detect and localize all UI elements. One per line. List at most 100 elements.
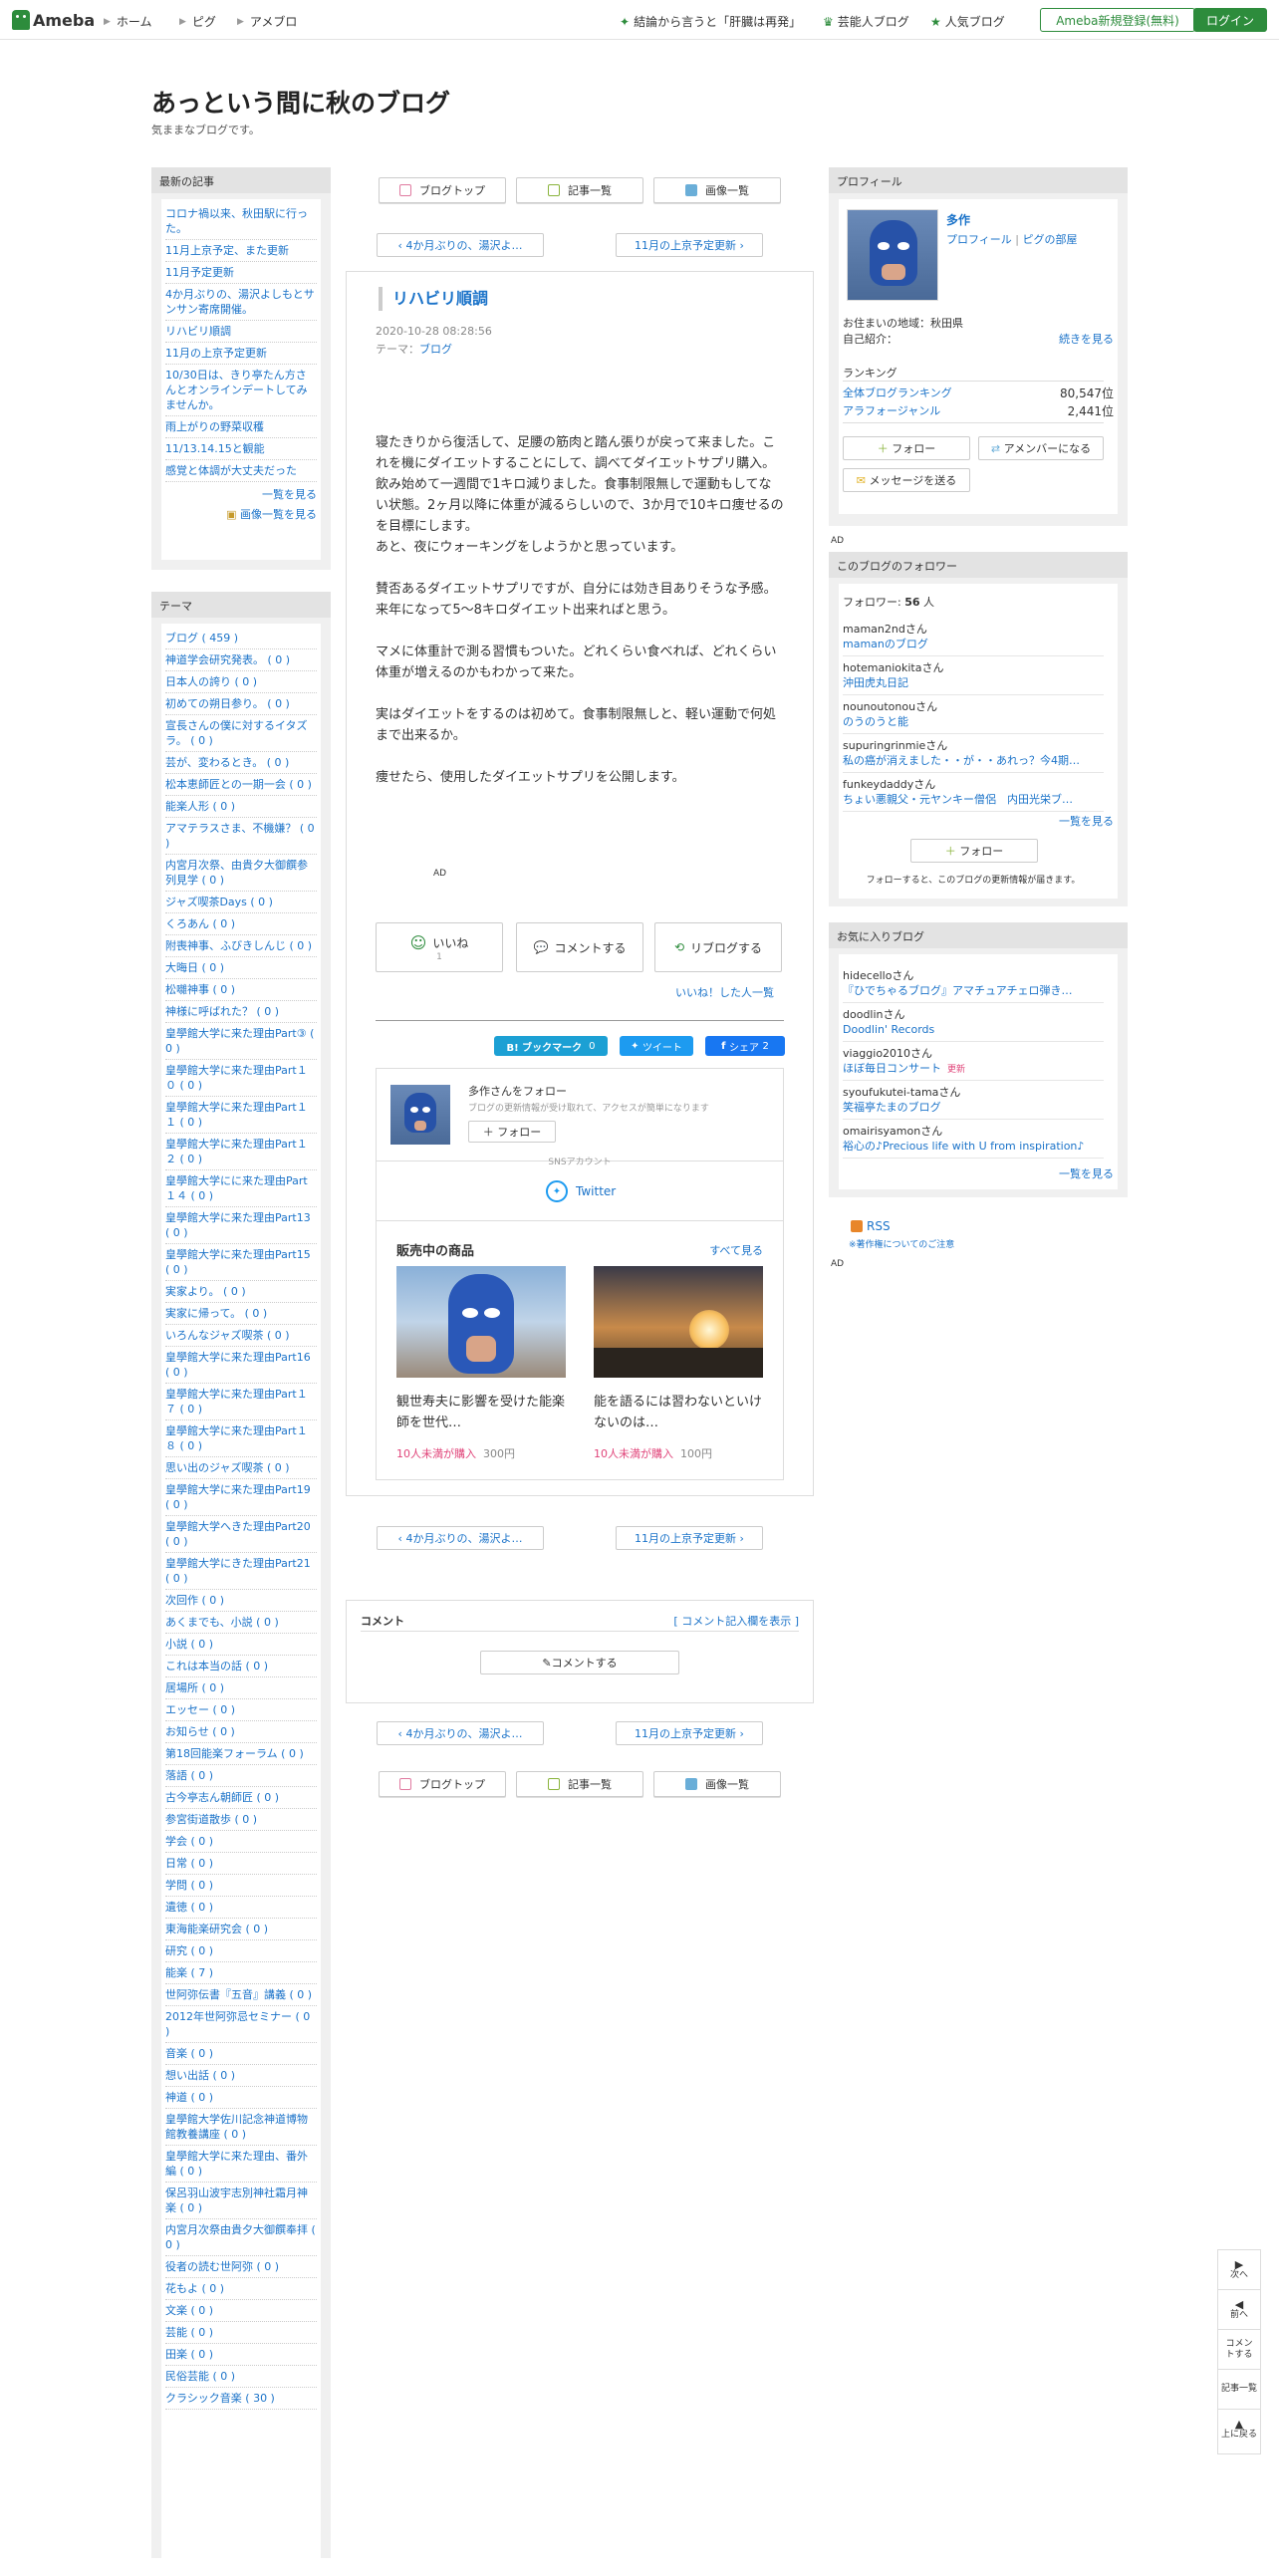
theme-link[interactable]: 皇學館大学に来た理由Part15 ( 0 ): [165, 1244, 317, 1281]
write-comment-button[interactable]: ✎ コメントする: [480, 1651, 679, 1674]
theme-link[interactable]: あくまでも、小説 ( 0 ): [165, 1612, 317, 1634]
theme-link[interactable]: 第18回能楽フォーラム ( 0 ): [165, 1743, 317, 1765]
article-title[interactable]: リハビリ順調: [379, 287, 488, 311]
follower-blog-link[interactable]: 私の癌が消えました・・が・・あれっ？今4期…: [843, 753, 1104, 768]
recent-article-link[interactable]: 11月上京予定、また更新: [165, 240, 317, 262]
theme-link[interactable]: 皇學館大学に来た理由Part１７ ( 0 ): [165, 1384, 317, 1420]
theme-link[interactable]: 内宮月次祭、由貴夕大御饌参列見学 ( 0 ): [165, 855, 317, 892]
recent-article-link[interactable]: 11月予定更新: [165, 262, 317, 284]
theme-link[interactable]: 2012年世阿弥忌セミナー ( 0 ): [165, 2006, 317, 2043]
twitter-link[interactable]: ✦ Twitter: [546, 1180, 616, 1202]
theme-link[interactable]: 次回作 ( 0 ): [165, 1590, 317, 1612]
favorite-blog-link[interactable]: 『ひでちゃるブログ』アマチュアチェロ弾き…: [843, 984, 1073, 997]
prev-article-button[interactable]: ‹ 4か月ぶりの、湯沢よ…: [377, 1721, 544, 1745]
comment-button[interactable]: 💬 コメントする: [516, 922, 643, 972]
side-nav-comment[interactable]: コメントする: [1218, 2330, 1260, 2370]
image-list-button[interactable]: 画像一覧: [653, 177, 781, 203]
theme-link[interactable]: 宣長さんの僕に対するイタズラ。 ( 0 ): [165, 715, 317, 752]
show-comment-form-link[interactable]: [ コメント記入欄を表示 ]: [673, 1613, 799, 1629]
favorite-blog-link[interactable]: 笑福亭たまのブログ: [843, 1101, 941, 1114]
tweet-button[interactable]: ✦ ツイート: [620, 1036, 693, 1056]
prev-article-button[interactable]: ‹ 4か月ぶりの、湯沢よ…: [377, 1526, 544, 1550]
theme-link[interactable]: 神道学会研究発表。 ( 0 ): [165, 649, 317, 671]
theme-link[interactable]: 皇學館大学にきた理由Part21 ( 0 ): [165, 1553, 317, 1590]
article-theme-link[interactable]: ブログ: [419, 343, 452, 356]
theme-link[interactable]: お知らせ ( 0 ): [165, 1721, 317, 1743]
profile-more-link[interactable]: 続きを見る: [1059, 331, 1114, 347]
theme-link[interactable]: 世阿弥伝書『五音』講義 ( 0 ): [165, 1984, 317, 2006]
theme-link[interactable]: 皇學館大学に来た理由Part１１ ( 0 ): [165, 1097, 317, 1134]
theme-link[interactable]: 皇學館大学に来た理由Part13 ( 0 ): [165, 1207, 317, 1244]
like-button[interactable]: ☺ いいね 1: [376, 922, 503, 972]
facebook-share-button[interactable]: f シェア 2: [705, 1036, 785, 1056]
theme-link[interactable]: 古今亭志ん朝師匠 ( 0 ): [165, 1787, 317, 1809]
theme-link[interactable]: 能楽人形 ( 0 ): [165, 796, 317, 818]
product-name[interactable]: 観世寿夫に影響を受けた能楽師を世代…: [396, 1392, 568, 1433]
theme-link[interactable]: 研究 ( 0 ): [165, 1940, 317, 1962]
theme-link[interactable]: 皇學館大学に来た理由Part１０ ( 0 ): [165, 1060, 317, 1097]
send-message-button[interactable]: ✉ メッセージを送る: [843, 468, 970, 492]
follower-blog-link[interactable]: のうのうと能: [843, 714, 1104, 729]
follow-card-follow-button[interactable]: ＋ フォロー: [468, 1121, 556, 1143]
blog-top-button[interactable]: ブログトップ: [379, 1771, 506, 1797]
theme-link[interactable]: 神様に呼ばれた？ ( 0 ): [165, 1001, 317, 1023]
theme-link[interactable]: 皇學館大学に来た理由Part19 ( 0 ): [165, 1479, 317, 1516]
nav-home[interactable]: ▶ ホーム: [104, 13, 152, 30]
theme-link[interactable]: 民俗芸能 ( 0 ): [165, 2366, 317, 2388]
theme-link[interactable]: 役者の読む世阿弥 ( 0 ): [165, 2256, 317, 2278]
prev-article-button[interactable]: ‹ 4か月ぶりの、湯沢よ…: [377, 233, 544, 257]
follower-blog-link[interactable]: mamanのブログ: [843, 637, 1104, 651]
ranking-genre[interactable]: アラフォージャンル: [843, 402, 940, 418]
theme-link[interactable]: 神道 ( 0 ): [165, 2087, 317, 2109]
theme-link[interactable]: 皇學館大学に来た理由Part③ ( 0 ): [165, 1023, 317, 1060]
recent-article-link[interactable]: 11/13.14.15と観能: [165, 438, 317, 460]
theme-link[interactable]: 実家より。 ( 0 ): [165, 1281, 317, 1303]
theme-link[interactable]: ジャズ喫茶Days ( 0 ): [165, 892, 317, 913]
theme-link[interactable]: 内宮月次祭由貴夕大御饌奉拝 ( 0 ): [165, 2219, 317, 2256]
nav-pigg[interactable]: ▶ ピグ: [179, 13, 216, 30]
ameba-logo[interactable]: Ameba: [12, 9, 95, 31]
theme-link[interactable]: 日常 ( 0 ): [165, 1853, 317, 1875]
product-name[interactable]: 能を語るには習わないといけないのは…: [594, 1392, 765, 1433]
profile-link[interactable]: プロフィール: [946, 233, 1012, 246]
favorites-more-link[interactable]: 一覧を見る: [1059, 1165, 1114, 1181]
theme-link[interactable]: 小説 ( 0 ): [165, 1634, 317, 1656]
theme-link[interactable]: 皇學館大学佐川記念神道博物館教養講座 ( 0 ): [165, 2109, 317, 2146]
theme-link[interactable]: 皇學館大学に来た理由、番外編 ( 0 ): [165, 2146, 317, 2183]
profile-avatar[interactable]: [847, 209, 938, 301]
favorite-blog-link[interactable]: Doodlin' Records: [843, 1023, 934, 1036]
pigg-room-link[interactable]: ピグの部屋: [1022, 233, 1077, 246]
recent-article-link[interactable]: 雨上がりの野菜収穫: [165, 416, 317, 438]
next-article-button[interactable]: 11月の上京予定更新 ›: [616, 1721, 763, 1745]
product-image[interactable]: [594, 1266, 763, 1378]
theme-link[interactable]: 東海能楽研究会 ( 0 ): [165, 1919, 317, 1940]
blog-top-button[interactable]: ブログトップ: [379, 177, 506, 203]
nav-celebrity-blog[interactable]: ♛ 芸能人ブログ: [823, 13, 909, 30]
become-member-button[interactable]: ⇄ アメンバーになる: [978, 436, 1104, 460]
theme-link[interactable]: 田楽 ( 0 ): [165, 2344, 317, 2366]
login-button[interactable]: ログイン: [1193, 8, 1267, 32]
theme-link[interactable]: くろあん ( 0 ): [165, 913, 317, 935]
theme-link[interactable]: 皇學館大学に来た理由Part１８ ( 0 ): [165, 1420, 317, 1457]
theme-link[interactable]: 遺徳 ( 0 ): [165, 1897, 317, 1919]
recent-article-link[interactable]: コロナ禍以来、秋田駅に行った。: [165, 203, 317, 240]
side-nav-next[interactable]: ▶ 次へ: [1218, 2250, 1260, 2290]
nav-trending-article[interactable]: ✦ 結論から言うと「肝臓は再発」: [620, 13, 801, 30]
theme-link[interactable]: 保呂羽山波宇志別神社霜月神楽 ( 0 ): [165, 2183, 317, 2219]
theme-link[interactable]: 松本恵師匠との一期一会 ( 0 ): [165, 774, 317, 796]
theme-link[interactable]: 皇學館大学に来た理由Part16 ( 0 ): [165, 1347, 317, 1384]
side-nav-prev[interactable]: ◀ 前へ: [1218, 2290, 1260, 2330]
side-nav-article-list[interactable]: 記事一覧: [1218, 2370, 1260, 2410]
follower-blog-link[interactable]: 沖田虎丸日記: [843, 675, 1104, 690]
theme-link[interactable]: 芸が、変わるとき。 ( 0 ): [165, 752, 317, 774]
theme-link[interactable]: 初めての朔日参り。 ( 0 ): [165, 693, 317, 715]
recent-article-link[interactable]: 4か月ぶりの、湯沢よしもとサンサン寄席開催。: [165, 284, 317, 321]
image-list-link[interactable]: ▣ 画像一覧を見る: [161, 502, 321, 522]
recent-article-link[interactable]: 感覚と体調が大丈夫だった: [165, 460, 317, 482]
theme-link[interactable]: 能楽 ( 7 ): [165, 1962, 317, 1984]
theme-link[interactable]: 松囃神事 ( 0 ): [165, 979, 317, 1001]
reblog-button[interactable]: ⟲ リブログする: [654, 922, 782, 972]
rss-link[interactable]: RSS: [851, 1219, 891, 1233]
copyright-notice-link[interactable]: ※著作権についてのご注意: [849, 1237, 954, 1250]
next-article-button[interactable]: 11月の上京予定更新 ›: [616, 1526, 763, 1550]
